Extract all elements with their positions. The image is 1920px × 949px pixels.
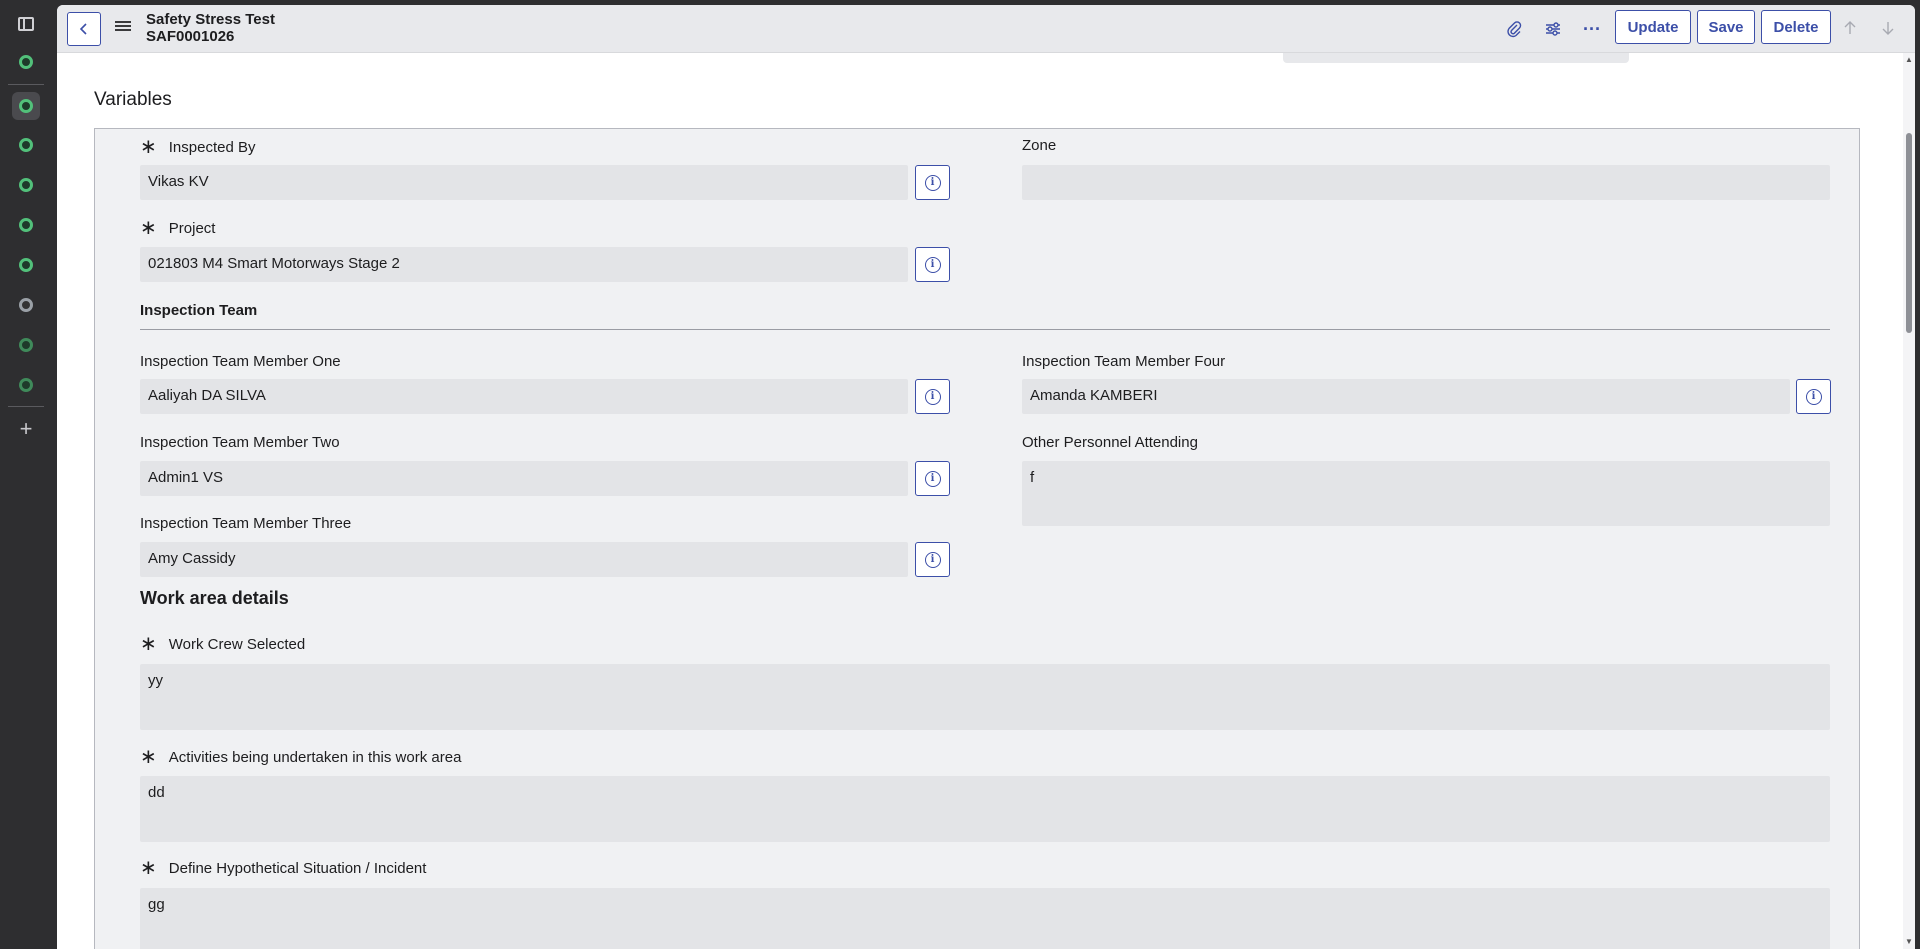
app-icon-5[interactable] [12,211,40,239]
zone-field[interactable] [1022,165,1830,200]
variables-section-title: Variables [94,89,172,110]
form-content: Variables ∗ Inspected By Vikas KV i Zone… [57,53,1903,949]
delete-button[interactable]: Delete [1761,10,1831,44]
asterisk-icon: ∗ [140,746,157,768]
more-horizontal-icon[interactable]: ··· [1580,17,1604,41]
info-icon: i [924,174,941,191]
work-crew-label: ∗ Work Crew Selected [140,633,306,655]
project-info-button[interactable]: i [915,247,950,282]
arrow-down-icon[interactable] [1877,17,1899,39]
panel-toggle-icon[interactable] [12,10,40,38]
inspected-by-field[interactable]: Vikas KV [140,165,908,200]
inspected-by-label: ∗ Inspected By [140,136,256,158]
app-icon-7[interactable] [12,291,40,319]
record-title: Safety Stress Test [146,11,275,28]
inspected-by-info-button[interactable]: i [915,165,950,200]
app-icon-9[interactable] [12,371,40,399]
hypothetical-field[interactable]: gg [140,888,1830,949]
paperclip-icon[interactable] [1502,17,1526,41]
activities-field[interactable]: dd [140,776,1830,842]
work-crew-field[interactable]: yy [140,664,1830,730]
previous-field-edge [1283,53,1629,63]
asterisk-icon: ∗ [140,217,157,239]
member-three-info-button[interactable]: i [915,542,950,577]
member-two-field[interactable]: Admin1 VS [140,461,908,496]
activities-label: ∗ Activities being undertaken in this wo… [140,746,462,768]
member-two-info-button[interactable]: i [915,461,950,496]
hypothetical-label: ∗ Define Hypothetical Situation / Incide… [140,857,427,879]
other-personnel-label: Other Personnel Attending [1022,434,1198,451]
asterisk-icon: ∗ [140,633,157,655]
other-personnel-field[interactable]: f [1022,461,1830,526]
member-one-label: Inspection Team Member One [140,353,341,370]
app-rail: + [0,0,52,949]
member-three-label: Inspection Team Member Three [140,515,352,532]
app-icon-4[interactable] [12,171,40,199]
save-button[interactable]: Save [1697,10,1755,44]
record-number: SAF0001026 [146,28,235,45]
inspection-team-heading: Inspection Team [140,302,258,319]
app-icon-1[interactable] [12,48,40,76]
back-button[interactable] [67,12,101,46]
member-one-field[interactable]: Aaliyah DA SILVA [140,379,908,414]
info-icon: i [924,551,941,568]
info-icon: i [924,470,941,487]
member-four-info-button[interactable]: i [1796,379,1831,414]
work-area-heading: Work area details [140,588,289,608]
record-header: Safety Stress Test SAF0001026 ··· Update… [57,5,1915,53]
scrollbar-thumb[interactable] [1906,133,1912,333]
project-field[interactable]: 021803 M4 Smart Motorways Stage 2 [140,247,908,282]
asterisk-icon: ∗ [140,136,157,158]
record-window: Safety Stress Test SAF0001026 ··· Update… [57,5,1915,949]
sliders-icon[interactable] [1541,17,1565,41]
variables-container: ∗ Inspected By Vikas KV i Zone ∗ Project… [94,128,1860,949]
inspection-team-divider [140,329,1830,330]
record-title-block: Safety Stress Test SAF0001026 [146,11,275,45]
rail-divider [8,406,44,407]
info-icon: i [924,256,941,273]
app-icon-6[interactable] [12,251,40,279]
chevron-left-icon [79,23,87,35]
scroll-up-icon[interactable]: ▲ [1904,55,1914,65]
update-button[interactable]: Update [1615,10,1691,44]
vertical-scrollbar[interactable]: ▲ ▼ [1903,53,1915,949]
app-icon-2[interactable] [12,92,40,120]
hamburger-menu-icon[interactable] [115,19,131,33]
member-one-info-button[interactable]: i [915,379,950,414]
app-icon-8[interactable] [12,331,40,359]
info-icon: i [924,388,941,405]
member-three-field[interactable]: Amy Cassidy [140,542,908,577]
info-icon: i [1805,388,1822,405]
member-two-label: Inspection Team Member Two [140,434,340,451]
zone-label: Zone [1022,137,1057,154]
asterisk-icon: ∗ [140,857,157,879]
app-icon-3[interactable] [12,131,40,159]
project-label: ∗ Project [140,217,216,239]
rail-divider [8,84,44,85]
member-four-field[interactable]: Amanda KAMBERI [1022,379,1790,414]
add-icon[interactable]: + [12,415,40,443]
member-four-label: Inspection Team Member Four [1022,353,1226,370]
scroll-down-icon[interactable]: ▼ [1904,937,1914,947]
arrow-up-icon[interactable] [1839,17,1861,39]
